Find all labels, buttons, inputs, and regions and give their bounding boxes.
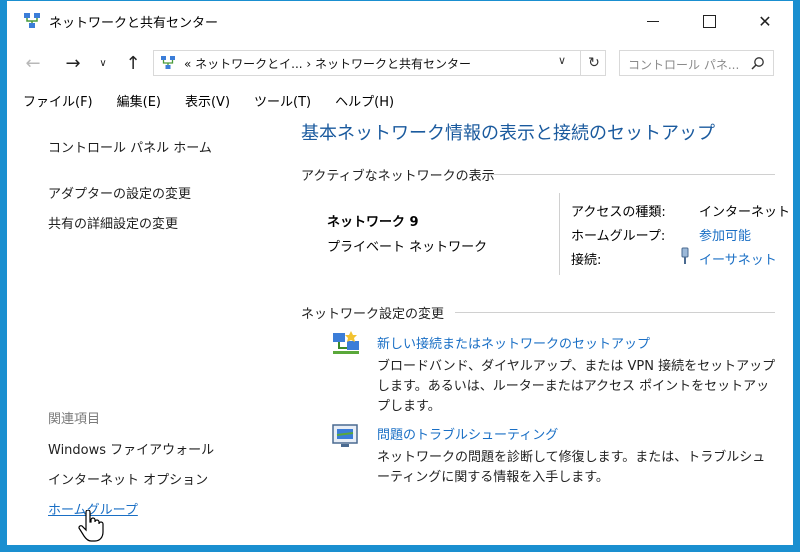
- access-type-value: インターネット: [699, 205, 791, 220]
- menu-bar: ファイル(F) 編集(E) 表示(V) ツール(T) ヘルプ(H): [7, 89, 793, 115]
- ethernet-link[interactable]: イーサネット: [699, 249, 777, 268]
- hand-pointer-icon: [78, 510, 104, 542]
- window-title: ネットワークと共有センター: [49, 16, 219, 31]
- address-bar: ← → ∨ ↑ « ネットワークとイ... › ネットワークと共有センター ∨ …: [7, 45, 793, 81]
- arrow-left-icon: ←: [25, 52, 41, 74]
- menu-help[interactable]: ヘルプ(H): [327, 89, 402, 115]
- troubleshoot-icon: [332, 424, 358, 447]
- minimize-button[interactable]: [625, 1, 681, 41]
- network-center-icon: [161, 56, 175, 69]
- close-icon: ✕: [758, 11, 772, 31]
- page-title: 基本ネットワーク情報の表示と接続のセットアップ: [301, 123, 715, 144]
- menu-edit[interactable]: 編集(E): [109, 89, 169, 115]
- setup-new-connection-link[interactable]: 新しい接続またはネットワークのセットアップ: [377, 333, 650, 352]
- maximize-icon: [702, 14, 716, 28]
- menu-tools[interactable]: ツール(T): [246, 89, 319, 115]
- troubleshoot-problems-link[interactable]: 問題のトラブルシューティング: [377, 424, 558, 443]
- setup-new-connection-description: ブロードバンド、ダイヤルアップ、または VPN 接続をセットアップします。あるい…: [377, 359, 776, 414]
- window: ネットワークと共有センター ✕ ← → ∨ ↑ « ネットワークとイ... › …: [6, 0, 794, 546]
- menu-file[interactable]: ファイル(F): [15, 89, 101, 115]
- change-adapter-settings-link[interactable]: アダプターの設定の変更: [48, 183, 191, 202]
- control-panel-home-link[interactable]: コントロール パネル ホーム: [48, 137, 212, 156]
- new-connection-icon: [333, 331, 359, 354]
- internet-options-link[interactable]: インターネット オプション: [48, 469, 208, 488]
- advanced-sharing-settings-link[interactable]: 共有の詳細設定の変更: [48, 213, 178, 232]
- close-button[interactable]: ✕: [737, 1, 793, 41]
- divider: [455, 312, 775, 313]
- search-input[interactable]: コントロール パネ...: [619, 50, 774, 76]
- divider: [559, 193, 560, 275]
- connection-label: 接続:: [571, 253, 602, 268]
- homegroup-label: ホームグループ:: [571, 229, 666, 244]
- search-placeholder: コントロール パネ...: [628, 58, 740, 72]
- refresh-icon: ↻: [588, 55, 600, 71]
- ethernet-icon: [681, 247, 689, 264]
- windows-firewall-link[interactable]: Windows ファイアウォール: [48, 439, 214, 458]
- minimize-icon: [647, 20, 659, 22]
- recent-locations-button[interactable]: ∨: [91, 51, 115, 75]
- left-pane: コントロール パネル ホーム アダプターの設定の変更 共有の詳細設定の変更 関連…: [7, 119, 269, 545]
- troubleshoot-problems-description: ネットワークの問題を診断して修復します。または、トラブルシューティングに関する情…: [377, 450, 766, 485]
- arrow-up-icon: ↑: [125, 52, 141, 74]
- up-button[interactable]: ↑: [121, 51, 145, 75]
- title-bar: ネットワークと共有センター ✕: [7, 1, 793, 41]
- address-path: « ネットワークとイ... › ネットワークと共有センター: [184, 57, 472, 71]
- network-center-icon: [24, 13, 40, 28]
- network-type: プライベート ネットワーク: [327, 240, 488, 255]
- network-name: ネットワーク 9: [327, 215, 419, 230]
- back-button[interactable]: ←: [21, 51, 45, 75]
- address-dropdown-icon[interactable]: ∨: [558, 54, 566, 67]
- related-heading: 関連項目: [48, 412, 101, 427]
- chevron-down-icon: ∨: [99, 57, 107, 69]
- menu-view[interactable]: 表示(V): [177, 89, 238, 115]
- change-settings-heading: ネットワーク設定の変更: [301, 307, 445, 322]
- address-field[interactable]: « ネットワークとイ... › ネットワークと共有センター ∨ ↻: [153, 50, 606, 76]
- maximize-button[interactable]: [681, 1, 737, 41]
- access-type-label: アクセスの種類:: [571, 205, 666, 220]
- forward-button[interactable]: →: [61, 51, 85, 75]
- refresh-button[interactable]: ↻: [580, 51, 607, 75]
- arrow-right-icon: →: [65, 52, 81, 74]
- search-icon: [751, 57, 764, 70]
- main-pane: 基本ネットワーク情報の表示と接続のセットアップ アクティブなネットワークの表示 …: [301, 119, 790, 539]
- homegroup-value-link[interactable]: 参加可能: [699, 225, 751, 244]
- divider: [489, 174, 775, 175]
- active-networks-heading: アクティブなネットワークの表示: [301, 169, 495, 184]
